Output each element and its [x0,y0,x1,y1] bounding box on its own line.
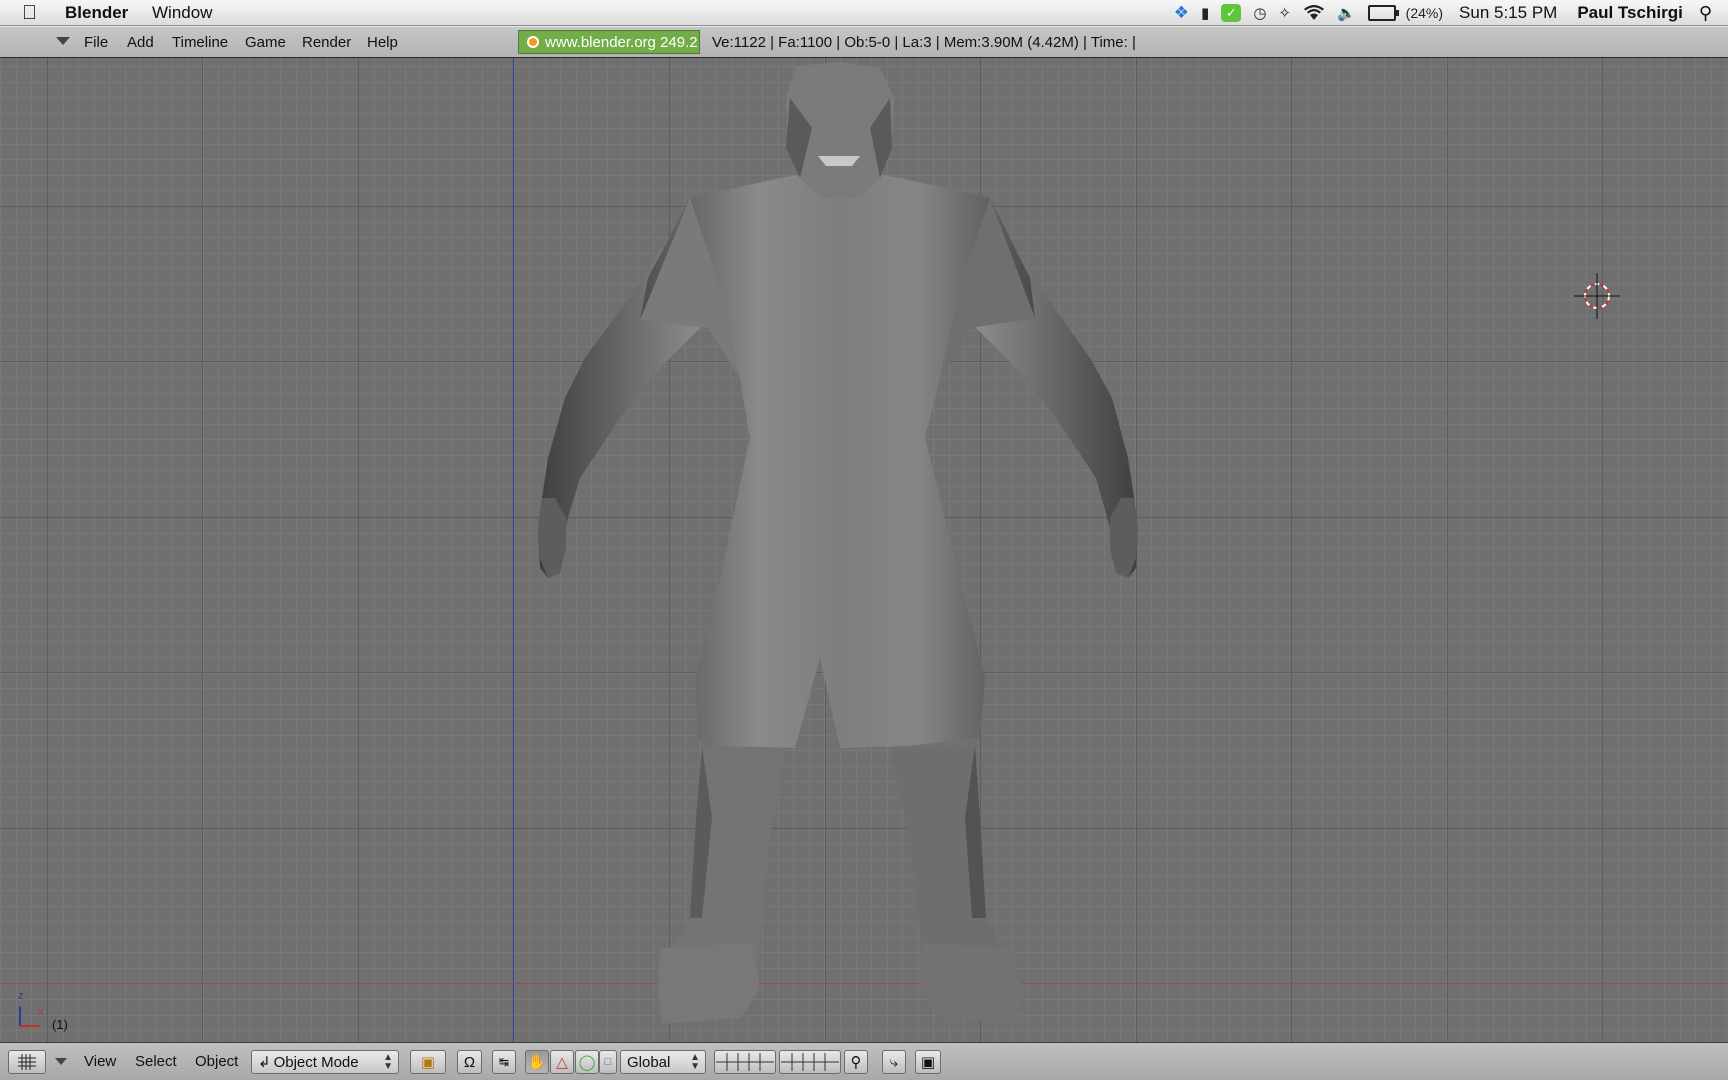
layers-icon [781,1053,839,1071]
time-machine-icon[interactable]: ◷ [1253,2,1266,24]
triangle-icon: △ [556,1054,568,1071]
menu-file[interactable]: File [84,34,108,51]
orientation-select[interactable]: Global ▲ ▼ [620,1050,706,1074]
axis-x-label: x [38,1006,44,1018]
pivot-icon: Ω [463,1053,476,1071]
grid-editor-icon [18,1054,36,1070]
volume-icon[interactable]: 🔈 [1337,2,1356,24]
menu-timeline[interactable]: Timeline [172,34,228,51]
blender-org-link[interactable]: www.blender.org 249.2 [518,30,700,54]
apple-menu-icon[interactable]:  [22,2,37,25]
3d-cursor-icon[interactable] [1572,271,1622,321]
menu-view[interactable]: View [84,1053,116,1070]
mode-select[interactable]: ↲ Object Mode ▲ ▼ [251,1050,399,1074]
rotate-manipulator[interactable]: ◯ [575,1050,599,1074]
pivot-button[interactable]: Ω [457,1050,482,1074]
translate-manipulator[interactable]: △ [550,1050,574,1074]
render-preview-button[interactable]: ▣ [915,1050,941,1074]
layer-buttons-2[interactable] [779,1050,841,1074]
character-mesh[interactable] [0,58,1728,1042]
select-arrows-icon: ▲ ▼ [383,1052,393,1072]
orientation-value: Global [627,1053,671,1071]
menu-object[interactable]: Object [195,1053,238,1070]
mode-select-value: Object Mode [273,1053,359,1071]
lock-layers-button[interactable]: ⚲ [844,1050,868,1074]
3d-viewport[interactable]: z x (1) [0,58,1728,1042]
blender-info-header: File Add Timeline Game Render Help www.b… [0,26,1728,58]
menu-render[interactable]: Render [302,34,351,51]
square-icon: □ [604,1056,612,1068]
align-icon: ↹ [498,1055,510,1069]
object-mode-icon: ↲ [258,1054,271,1071]
header-collapse-icon[interactable] [55,1058,67,1065]
scene-stats: Ve:1122 | Fa:1100 | Ob:5-0 | La:3 | Mem:… [712,34,1136,51]
layers-icon [716,1053,774,1071]
editor-type-button[interactable] [8,1050,46,1074]
macos-menubar:  Blender Window ❖ ▮ ✓ ◷ ✧ 🔈 (24%) Sun 5… [0,0,1728,26]
manipulator-toggle[interactable]: ✋ [525,1050,549,1074]
header-collapse-icon[interactable] [56,37,70,45]
menu-game[interactable]: Game [245,34,286,51]
shaded-cube-icon: ▣ [420,1054,436,1071]
draw-type-button[interactable]: ▣ [410,1050,446,1074]
3d-view-header: View Select Object ↲ Object Mode ▲ ▼ ▣ Ω … [0,1042,1728,1080]
phone-icon[interactable]: ▮ [1201,2,1209,24]
frame-number: (1) [52,1017,68,1032]
menubar-clock[interactable]: Sun 5:15 PM [1459,3,1557,23]
app-menu-blender[interactable]: Blender [65,3,128,23]
hand-icon: ✋ [527,1054,547,1071]
blender-link-label: www.blender.org 249.2 [545,33,698,51]
image-icon: ▣ [920,1054,936,1071]
scale-manipulator[interactable]: □ [599,1050,617,1074]
blender-logo-icon [527,36,539,48]
select-arrows-icon: ▲ ▼ [690,1052,700,1072]
menu-select[interactable]: Select [135,1053,177,1070]
battery-icon[interactable]: (24%) [1367,2,1444,24]
menubar-user[interactable]: Paul Tschirgi [1577,3,1683,23]
battery-percent: (24%) [1405,5,1444,21]
dropbox-icon[interactable]: ❖ [1174,2,1189,24]
menu-help[interactable]: Help [367,34,398,51]
menu-window[interactable]: Window [152,3,212,23]
opengl-render-button[interactable]: ⤷ [882,1050,906,1074]
render-icon: ⤷ [889,1053,899,1071]
wifi-icon[interactable] [1303,2,1325,24]
circle-icon: ◯ [578,1054,596,1071]
spotlight-search-icon[interactable]: ⚲ [1699,3,1712,24]
lock-icon: ⚲ [850,1054,862,1071]
evernote-icon[interactable]: ✓ [1221,4,1242,22]
align-button[interactable]: ↹ [492,1050,516,1074]
layer-buttons-1[interactable] [714,1050,776,1074]
menu-add[interactable]: Add [127,34,154,51]
bluetooth-icon[interactable]: ✧ [1278,2,1291,24]
axis-z-label: z [18,990,24,1002]
